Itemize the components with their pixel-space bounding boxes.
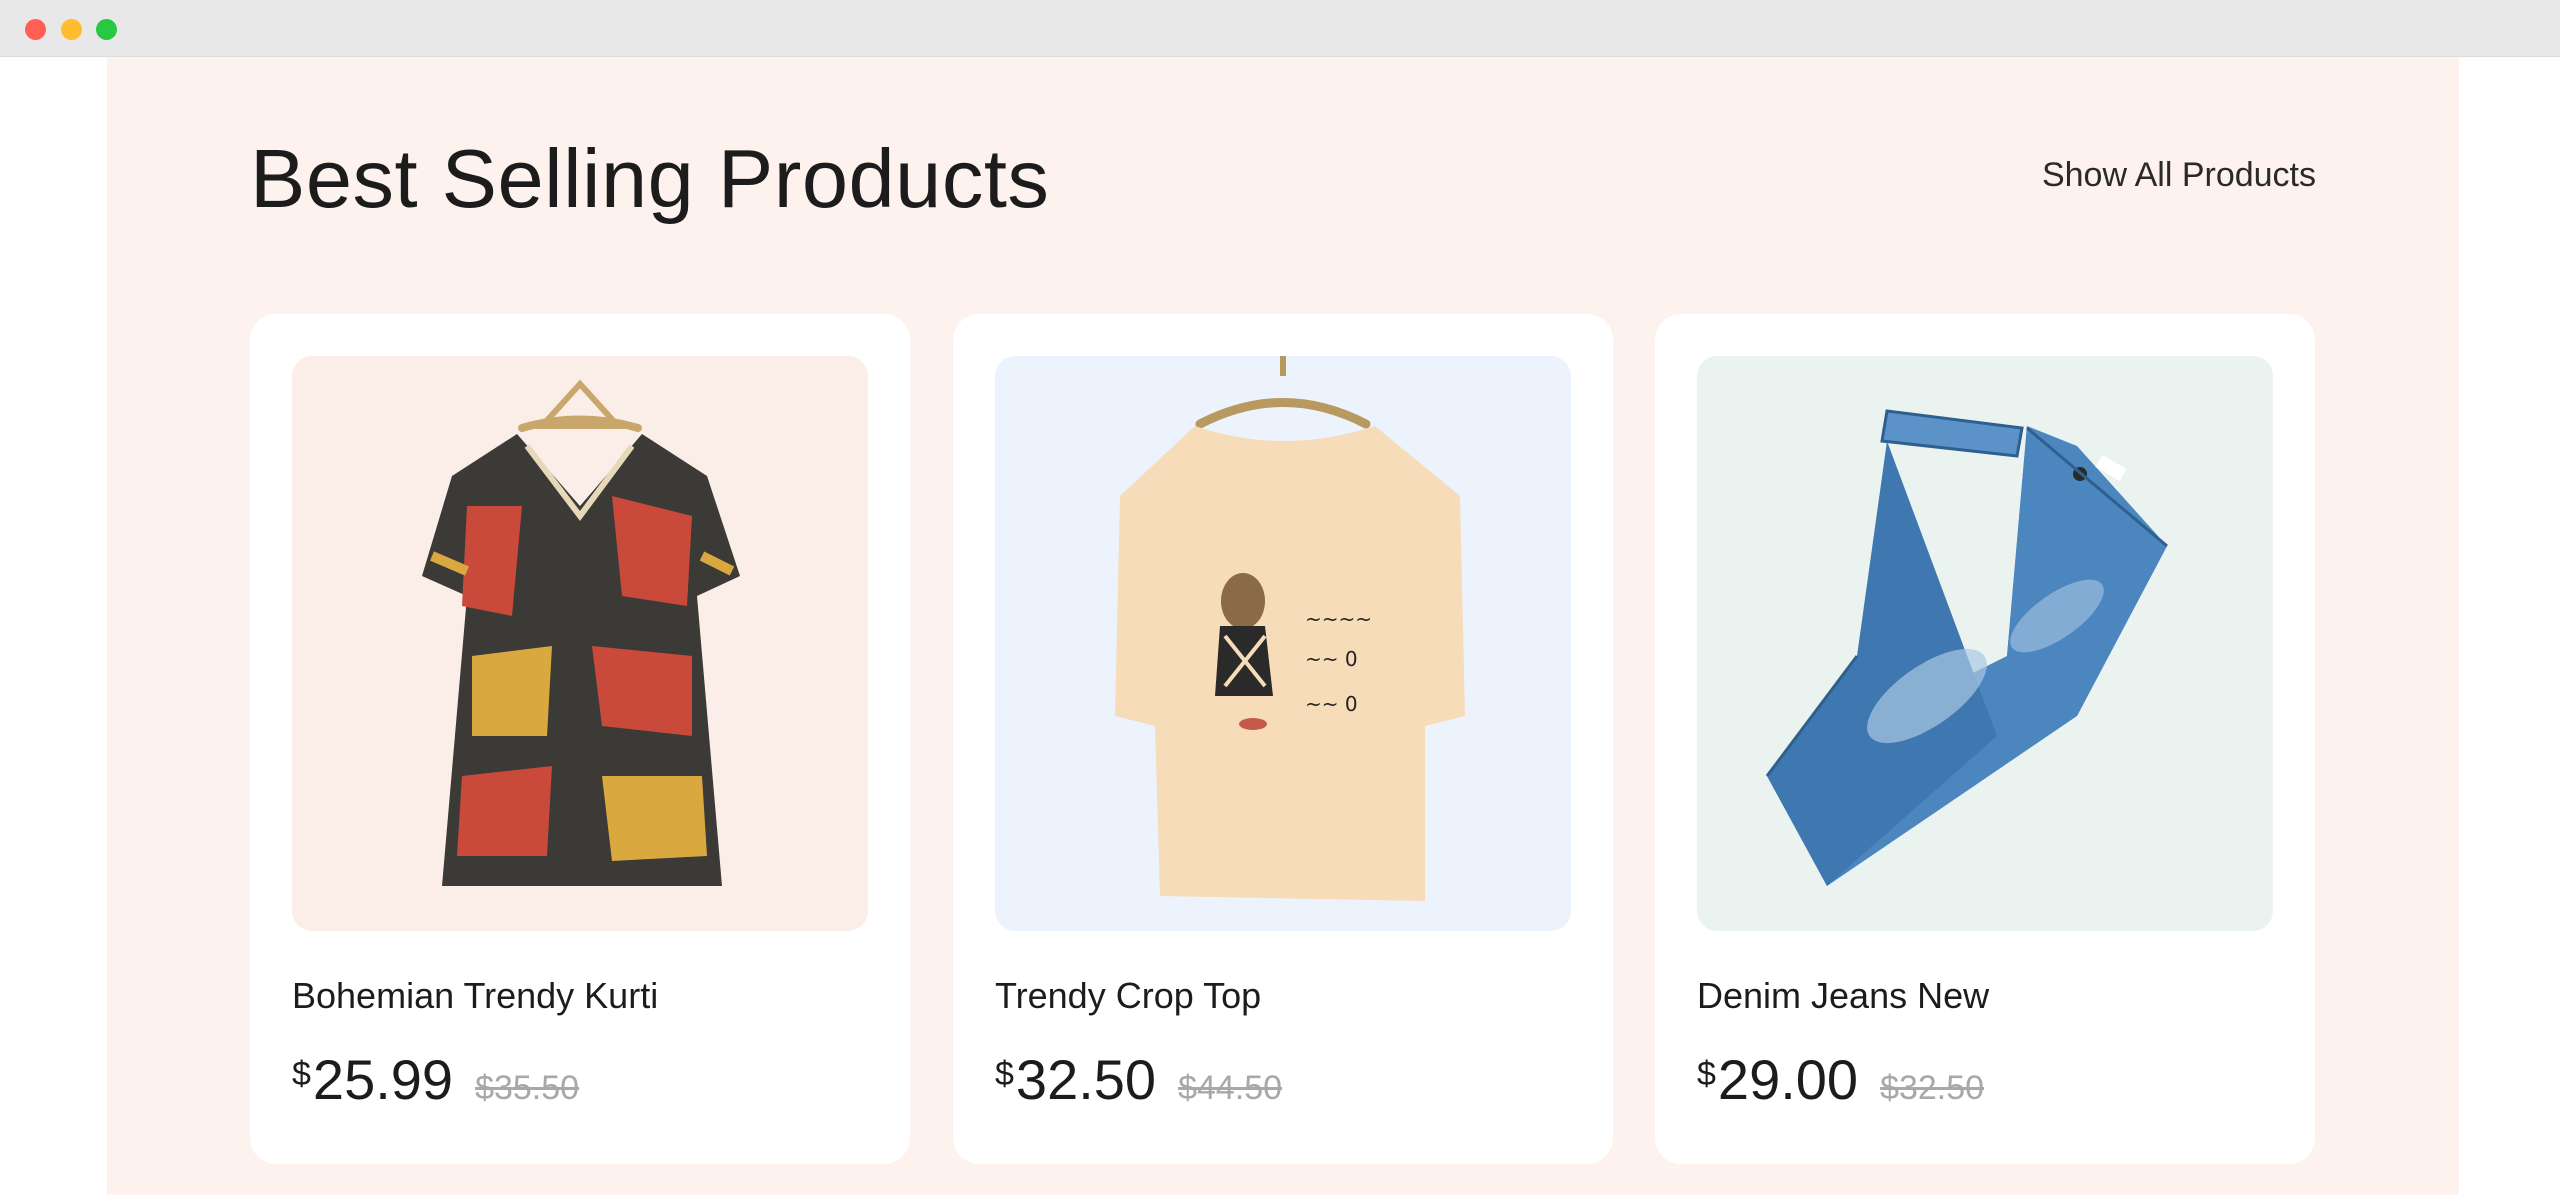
current-price: 32.50 [1015, 1048, 1157, 1111]
original-price: $44.50 [1178, 1069, 1283, 1107]
browser-title-bar [0, 0, 2560, 57]
original-price: $32.50 [1880, 1069, 1985, 1107]
product-name[interactable]: Trendy Crop Top [995, 974, 1261, 1017]
current-price: 29.00 [1717, 1048, 1859, 1111]
product-name[interactable]: Bohemian Trendy Kurti [292, 974, 658, 1017]
currency-symbol: $ [292, 1055, 311, 1093]
jeans-image [1765, 409, 2168, 886]
svg-text:~~ 0: ~~ 0 [1305, 647, 1358, 671]
kurti-image [422, 379, 740, 886]
svg-text:~~ 0: ~~ 0 [1305, 692, 1358, 716]
close-window-button[interactable] [25, 19, 46, 40]
svg-text:~~~~: ~~~~ [1305, 607, 1372, 631]
crop-top-image: ~~~~ ~~ 0 ~~ 0 [1115, 356, 1465, 901]
section-title: Best Selling Products [250, 132, 1050, 225]
currency-symbol: $ [995, 1055, 1014, 1093]
product-name[interactable]: Denim Jeans New [1697, 974, 1989, 1017]
original-price: $35.50 [475, 1069, 580, 1107]
current-price: 25.99 [312, 1048, 454, 1111]
minimize-window-button[interactable] [61, 19, 82, 40]
currency-symbol: $ [1697, 1055, 1716, 1093]
product-image-kurti[interactable] [292, 356, 868, 931]
show-all-products-link[interactable]: Show All Products [2042, 155, 2316, 196]
product-price: $ 32.50 $44.50 [995, 1052, 1282, 1108]
best-selling-section: Best Selling Products Show All Products … [107, 57, 2459, 1195]
product-image-jeans[interactable] [1697, 356, 2273, 931]
product-card[interactable]: Denim Jeans New $ 29.00 $32.50 [1655, 314, 2315, 1164]
product-card[interactable]: Bohemian Trendy Kurti $ 25.99 $35.50 [250, 314, 910, 1164]
product-price: $ 29.00 $32.50 [1697, 1052, 1984, 1108]
product-price: $ 25.99 $35.50 [292, 1052, 579, 1108]
product-card[interactable]: ~~~~ ~~ 0 ~~ 0 Trendy Crop Top $ 32.50 $… [953, 314, 1613, 1164]
maximize-window-button[interactable] [96, 19, 117, 40]
product-image-crop-top[interactable]: ~~~~ ~~ 0 ~~ 0 [995, 356, 1571, 931]
